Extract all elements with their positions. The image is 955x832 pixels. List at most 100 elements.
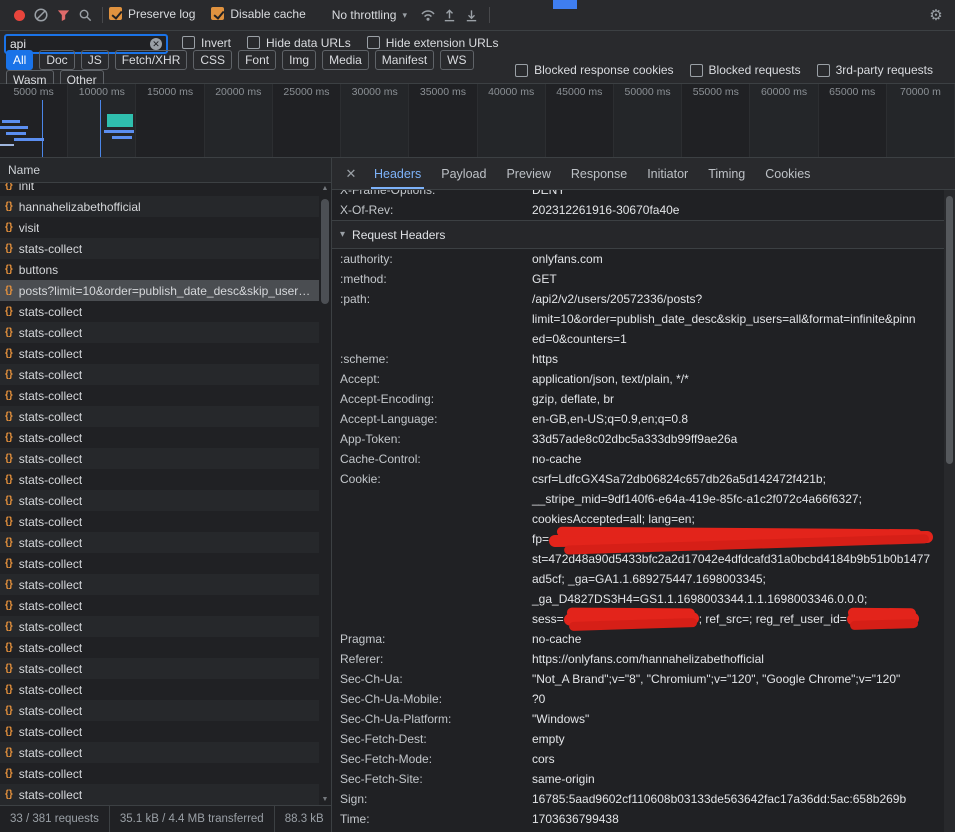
request-row[interactable]: {}stats-collect — [0, 595, 331, 616]
request-list-scrollbar[interactable]: ▲ ▼ — [319, 183, 331, 805]
header-row: Cache-Control:no-cache — [332, 449, 944, 469]
type-filter-img[interactable]: Img — [282, 50, 316, 70]
request-row[interactable]: {}stats-collect — [0, 301, 331, 322]
checkbox-3rd-party-requests[interactable]: 3rd-party requests — [817, 63, 933, 77]
request-details-panel: ✕ HeadersPayloadPreviewResponseInitiator… — [332, 158, 955, 832]
type-filter-manifest[interactable]: Manifest — [375, 50, 434, 70]
request-row[interactable]: {}init — [0, 183, 331, 196]
timeline-label: 20000 ms — [205, 86, 272, 98]
request-row[interactable]: {}stats-collect — [0, 616, 331, 637]
preserve-log-checkbox[interactable]: Preserve log — [109, 7, 195, 21]
checkbox-label: Disable cache — [230, 7, 305, 21]
request-name: stats-collect — [19, 725, 82, 739]
request-row[interactable]: {}stats-collect — [0, 385, 331, 406]
details-scrollbar[interactable] — [944, 190, 955, 832]
checkbox-blocked-requests[interactable]: Blocked requests — [690, 63, 801, 77]
header-row: X-Of-Rev:202312261916-30670fa40e — [332, 200, 944, 220]
request-row[interactable]: {}stats-collect — [0, 469, 331, 490]
request-row[interactable]: {}stats-collect — [0, 763, 331, 784]
timeline-label: 50000 ms — [614, 86, 681, 98]
header-row: Sec-Fetch-Dest:empty — [332, 729, 944, 749]
more-filters: Blocked response cookies Blocked requests… — [515, 63, 949, 77]
header-value: no-cache — [532, 629, 944, 649]
request-name: stats-collect — [19, 578, 82, 592]
timeline-column: 50000 ms — [614, 84, 682, 157]
header-name: Cookie: — [340, 469, 532, 629]
tab-payload[interactable]: Payload — [431, 158, 496, 189]
request-row[interactable]: {}stats-collect — [0, 343, 331, 364]
clear-filter-icon[interactable]: ✕ — [150, 38, 162, 50]
header-name: Pragma: — [340, 629, 532, 649]
type-filter-ws[interactable]: WS — [440, 50, 473, 70]
request-row[interactable]: {}stats-collect — [0, 406, 331, 427]
throttling-dropdown[interactable]: No throttling ▾ — [332, 8, 407, 22]
scrollbar-thumb[interactable] — [946, 196, 953, 464]
tab-initiator[interactable]: Initiator — [637, 158, 698, 189]
clear-button[interactable] — [30, 4, 52, 26]
request-row[interactable]: {}stats-collect — [0, 364, 331, 385]
request-row[interactable]: {}stats-collect — [0, 238, 331, 259]
export-har-button[interactable] — [461, 4, 483, 26]
import-har-button[interactable] — [439, 4, 461, 26]
request-headers-section-header[interactable]: ▾ Request Headers — [332, 220, 944, 249]
request-row[interactable]: {}hannahelizabethofficial — [0, 196, 331, 217]
timeline-overview[interactable]: 5000 ms10000 ms15000 ms20000 ms25000 ms3… — [0, 84, 955, 158]
request-row[interactable]: {}visit — [0, 217, 331, 238]
request-row[interactable]: {}stats-collect — [0, 742, 331, 763]
request-row[interactable]: {}stats-collect — [0, 532, 331, 553]
tab-preview[interactable]: Preview — [496, 158, 560, 189]
request-row[interactable]: {}stats-collect — [0, 553, 331, 574]
request-name: stats-collect — [19, 620, 82, 634]
scroll-up-icon[interactable]: ▲ — [319, 185, 331, 192]
type-filter-media[interactable]: Media — [322, 50, 369, 70]
type-filter-doc[interactable]: Doc — [39, 50, 74, 70]
request-row[interactable]: {}posts?limit=10&order=publish_date_desc… — [0, 280, 331, 301]
request-row[interactable]: {}stats-collect — [0, 637, 331, 658]
tab-timing[interactable]: Timing — [698, 158, 755, 189]
filter-button[interactable] — [52, 4, 74, 26]
invert-checkbox[interactable]: Invert — [182, 36, 231, 50]
request-row[interactable]: {}stats-collect — [0, 427, 331, 448]
hide-extension-urls-checkbox[interactable]: Hide extension URLs — [367, 36, 499, 50]
request-row[interactable]: {}stats-collect — [0, 658, 331, 679]
name-column-header[interactable]: Name — [0, 158, 331, 183]
header-name: :authority: — [340, 249, 532, 269]
tab-response[interactable]: Response — [561, 158, 637, 189]
request-row[interactable]: {}stats-collect — [0, 574, 331, 595]
chevron-down-icon: ▾ — [402, 10, 407, 21]
request-type-toolbar: AllDocJSFetch/XHRCSSFontImgMediaManifest… — [0, 57, 955, 84]
scroll-down-icon[interactable]: ▼ — [319, 796, 331, 803]
request-row[interactable]: {}stats-collect — [0, 490, 331, 511]
json-braces-icon: {} — [5, 642, 13, 653]
type-filter-fetch-xhr[interactable]: Fetch/XHR — [115, 50, 188, 70]
disable-cache-checkbox[interactable]: Disable cache — [211, 7, 305, 21]
type-filter-js[interactable]: JS — [81, 50, 109, 70]
json-braces-icon: {} — [5, 222, 13, 233]
request-row[interactable]: {}stats-collect — [0, 448, 331, 469]
type-filter-font[interactable]: Font — [238, 50, 276, 70]
scrollbar-thumb[interactable] — [321, 199, 329, 304]
request-row[interactable]: {}stats-collect — [0, 700, 331, 721]
settings-button[interactable]: ⚙ — [925, 4, 947, 26]
request-row[interactable]: {}stats-collect — [0, 511, 331, 532]
hide-data-urls-checkbox[interactable]: Hide data URLs — [247, 36, 351, 50]
network-conditions-button[interactable] — [417, 4, 439, 26]
tab-cookies[interactable]: Cookies — [755, 158, 820, 189]
type-filter-all[interactable]: All — [6, 50, 33, 70]
search-button[interactable] — [74, 4, 96, 26]
checkbox-blocked-response-cookies[interactable]: Blocked response cookies — [515, 63, 673, 77]
record-button[interactable] — [8, 4, 30, 26]
request-row[interactable]: {}stats-collect — [0, 679, 331, 700]
header-value: https — [532, 349, 944, 369]
request-row[interactable]: {}stats-collect — [0, 784, 331, 805]
tab-headers[interactable]: Headers — [364, 158, 431, 189]
close-details-icon[interactable]: ✕ — [338, 166, 364, 182]
request-row[interactable]: {}buttons — [0, 259, 331, 280]
timeline-label: 65000 ms — [819, 86, 886, 98]
request-row[interactable]: {}stats-collect — [0, 721, 331, 742]
timeline-ruler: 5000 ms10000 ms15000 ms20000 ms25000 ms3… — [0, 84, 955, 157]
json-braces-icon: {} — [5, 183, 13, 191]
request-row[interactable]: {}stats-collect — [0, 322, 331, 343]
request-list: {}init{}hannahelizabethofficial{}visit{}… — [0, 183, 331, 805]
type-filter-css[interactable]: CSS — [193, 50, 232, 70]
